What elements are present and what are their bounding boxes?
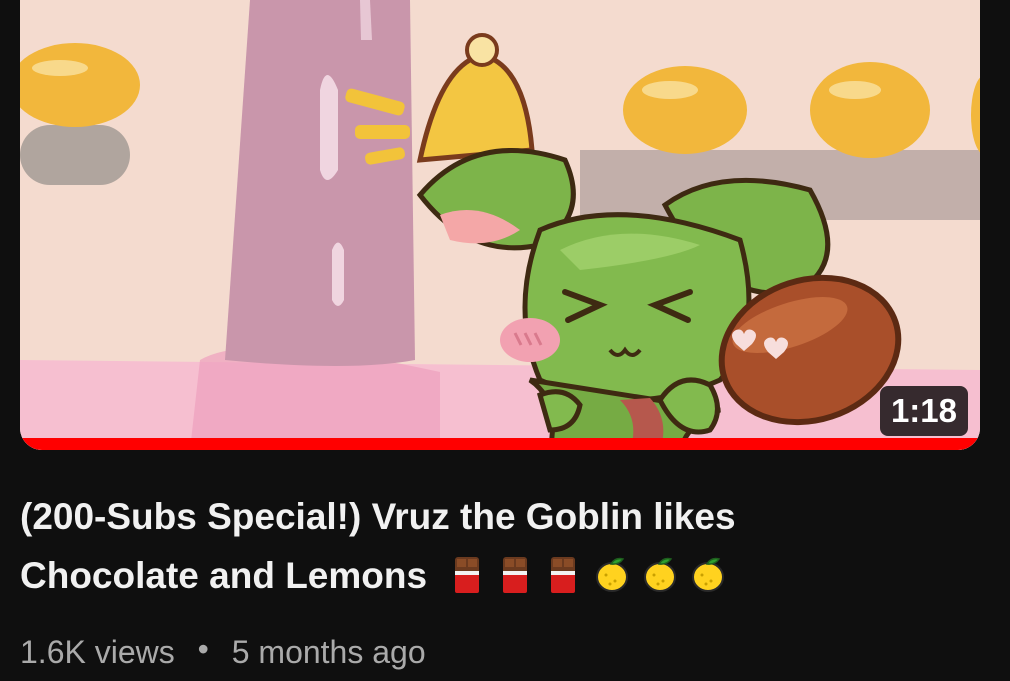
view-count: 1.6K views [20,634,175,670]
video-metadata: 1.6K views • 5 months ago [20,630,426,674]
duration-badge: 1:18 [879,386,968,436]
video-title-line-1: (200-Subs Special!) Vruz the Goblin like… [20,496,736,537]
video-title[interactable]: (200-Subs Special!) Vruz the Goblin like… [20,487,940,605]
chocolate-bar-icon [455,557,480,594]
upload-age: 5 months ago [231,634,426,670]
lemon-icon [596,558,629,593]
video-title-line-2: Chocolate and Lemons [20,555,428,596]
thumbnail-illustration [20,0,980,450]
meta-separator: • [197,631,209,667]
video-card[interactable]: 1:18 (200-Subs Special!) Vruz the Goblin… [0,0,1010,681]
chocolate-bar-icon [503,557,528,594]
video-thumbnail[interactable]: 1:18 [20,0,980,450]
lemon-icon [692,558,725,593]
watch-progress-bar [20,438,980,450]
watch-progress-fill [20,438,980,450]
chocolate-bar-icon [551,557,576,594]
lemon-icon [644,558,677,593]
